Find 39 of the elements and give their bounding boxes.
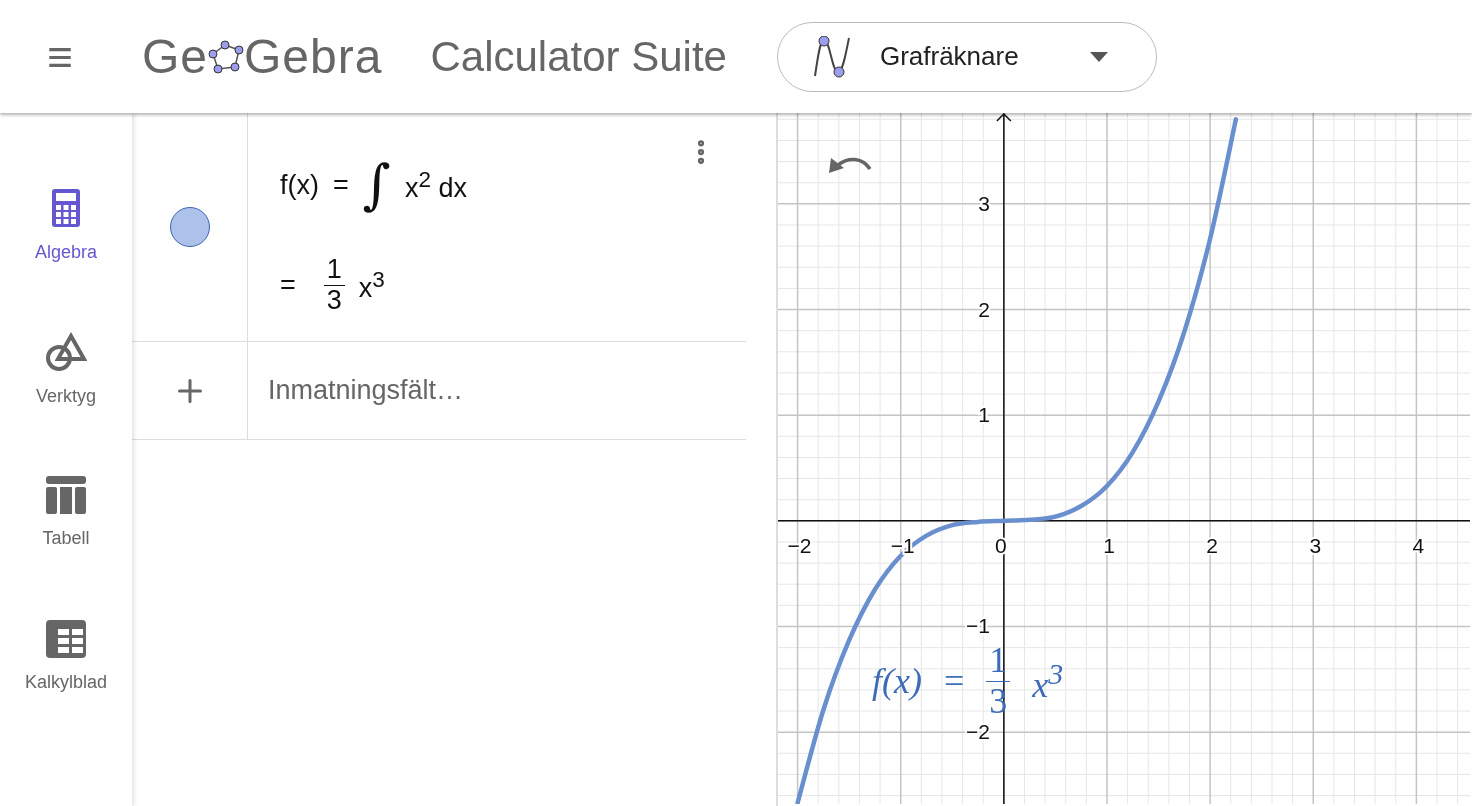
app-title: Calculator Suite: [430, 32, 727, 81]
tick-label: 2: [1206, 533, 1218, 557]
formula-text: x$^{2}$ dx: [404, 166, 467, 204]
logo-text: Gebra: [244, 29, 383, 84]
formula-text: x$^{3}$: [358, 266, 385, 304]
graph-icon: [811, 35, 852, 78]
sidebar-item[interactable]: Kalkylblad: [0, 620, 132, 764]
logo-text: Ge: [142, 29, 209, 84]
pentagon-icon: [208, 39, 245, 74]
tick-label: 4: [1412, 533, 1425, 557]
equals-sign: =: [280, 269, 296, 301]
sidebar-item[interactable]: Algebra: [0, 188, 132, 332]
visibility-toggle[interactable]: [169, 207, 210, 247]
spreadsheet-icon: [46, 620, 86, 658]
curve-label-text: x$^{3}$: [1032, 656, 1064, 706]
tick-label: −1: [965, 614, 990, 638]
tick-label: 3: [1309, 533, 1322, 557]
tick-label: 2: [978, 297, 990, 321]
table-icon: [46, 476, 86, 514]
equals-sign: =: [943, 660, 965, 703]
tick-label: 3: [978, 191, 990, 215]
curve-label-text: f(x): [872, 660, 922, 703]
tick-label: −2: [965, 720, 990, 744]
tick-label: 1: [1103, 533, 1115, 557]
menu-button[interactable]: ≡: [38, 36, 82, 77]
numerator: 1: [326, 254, 342, 285]
input-field[interactable]: Inmatningsfält…: [248, 342, 746, 439]
sidebar-item[interactable]: Tabell: [0, 476, 132, 620]
tick-label: 1: [978, 403, 990, 427]
caret-icon: [1089, 51, 1108, 62]
calculator-icon: [51, 188, 81, 228]
denominator: 3: [323, 284, 345, 316]
app-switcher[interactable]: Grafräknare: [776, 21, 1157, 92]
formula-text: f(x): [280, 169, 319, 201]
integral-sign: ∫: [362, 158, 391, 212]
circle-triangle-icon: [45, 332, 87, 372]
sidebar-item[interactable]: Verktyg: [0, 332, 132, 476]
equals-sign: =: [333, 169, 349, 201]
tick-label: −2: [787, 533, 812, 557]
